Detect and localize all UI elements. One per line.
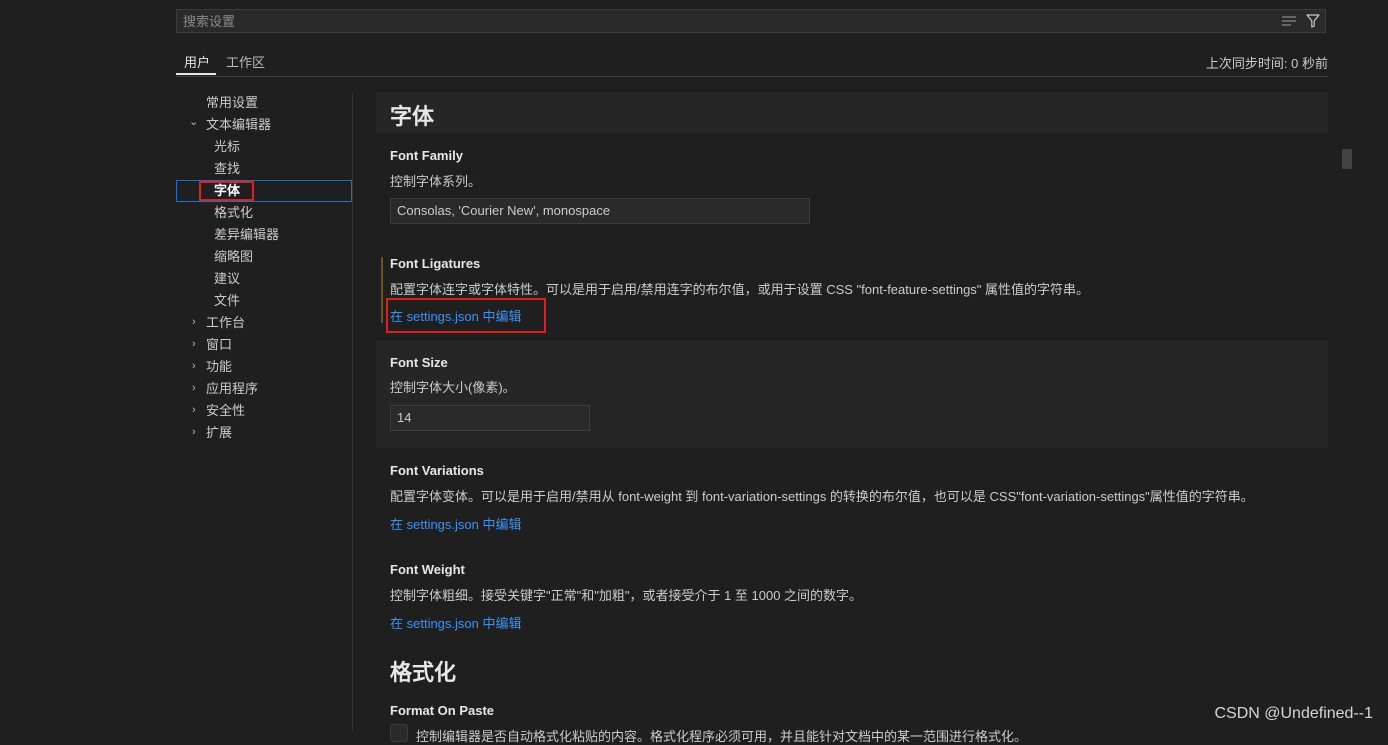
search-bar [176, 9, 1326, 33]
toc-item-minimap[interactable]: 缩略图 [214, 246, 253, 268]
setting-focus-indicator [381, 257, 383, 323]
filter-icon[interactable] [1306, 14, 1320, 28]
toc-item-features[interactable]: 功能 [206, 356, 232, 378]
tabs-divider [176, 76, 1328, 77]
chevron-right-icon[interactable]: › [192, 338, 196, 350]
clear-filter-icon[interactable] [1281, 15, 1297, 27]
scrollbar-thumb[interactable] [1342, 149, 1352, 169]
tab-workspace[interactable]: 工作区 [226, 52, 265, 76]
search-input[interactable] [177, 10, 1279, 32]
toc-item-cursor[interactable]: 光标 [214, 136, 240, 158]
toc-item-window[interactable]: 窗口 [206, 334, 232, 356]
edit-in-settings-json-link[interactable]: 在 settings.json 中编辑 [390, 514, 522, 533]
setting-desc-format-on-paste: 控制编辑器是否自动格式化粘贴的内容。格式化程序必须可用，并且能针对文档中的某一范… [416, 729, 1028, 744]
chevron-right-icon[interactable]: › [192, 382, 196, 394]
font-size-input[interactable]: 14 [390, 405, 590, 431]
chevron-right-icon[interactable]: › [192, 404, 196, 416]
sync-status: 上次同步时间: 0 秒前 [1205, 56, 1328, 71]
toc-item-text-editor[interactable]: 文本编辑器 [206, 114, 271, 136]
chevron-right-icon[interactable]: › [192, 360, 196, 372]
annotation-highlight-box [199, 181, 254, 201]
toc-item-extensions[interactable]: 扩展 [206, 422, 232, 444]
toc-divider [352, 92, 353, 732]
setting-desc-font-family: 控制字体系列。 [390, 174, 482, 189]
font-family-input[interactable]: Consolas, 'Courier New', monospace [390, 198, 810, 224]
watermark: CSDN @Undefined--1 [1214, 705, 1373, 722]
toc-item-common[interactable]: 常用设置 [206, 92, 258, 114]
setting-desc-font-size: 控制字体大小(像素)。 [390, 380, 516, 395]
toc-item-security[interactable]: 安全性 [206, 400, 245, 422]
toc-item-files[interactable]: 文件 [214, 290, 240, 312]
setting-desc-font-variations: 配置字体变体。可以是用于启用/禁用从 font-weight 到 font-va… [390, 489, 1254, 504]
section-header-bg [376, 92, 1328, 134]
setting-title-font-size: Font Size [390, 355, 448, 370]
toc-item-find[interactable]: 查找 [214, 158, 240, 180]
setting-hover-bg [376, 341, 1328, 448]
setting-title-font-weight: Font Weight [390, 562, 465, 577]
setting-desc-font-weight: 控制字体粗细。接受关键字"正常"和"加粗"，或者接受介于 1 至 1000 之间… [390, 588, 863, 603]
toc-item-suggestions[interactable]: 建议 [214, 268, 240, 290]
setting-title-font-variations: Font Variations [390, 463, 484, 478]
annotation-highlight-box [386, 298, 546, 333]
setting-title-font-family: Font Family [390, 148, 463, 163]
chevron-down-icon[interactable]: ⌄ [189, 115, 198, 128]
toc-item-workbench[interactable]: 工作台 [206, 312, 245, 334]
chevron-right-icon[interactable]: › [192, 426, 196, 438]
setting-title-font-ligatures: Font Ligatures [390, 256, 481, 271]
toc-item-formatting[interactable]: 格式化 [214, 202, 253, 224]
toc-item-diff-editor[interactable]: 差异编辑器 [214, 224, 279, 246]
section-title-font: 字体 [390, 104, 435, 129]
section-title-formatting: 格式化 [390, 660, 457, 685]
edit-in-settings-json-link[interactable]: 在 settings.json 中编辑 [390, 613, 522, 632]
active-tab-indicator [176, 73, 216, 75]
setting-desc-font-ligatures: 配置字体连字或字体特性。可以是用于启用/禁用连字的布尔值，或用于设置 CSS "… [390, 282, 1090, 297]
format-on-paste-checkbox[interactable] [390, 724, 408, 742]
toc-item-application[interactable]: 应用程序 [206, 378, 258, 400]
chevron-right-icon[interactable]: › [192, 316, 196, 328]
setting-title-format-on-paste: Format On Paste [390, 703, 495, 718]
